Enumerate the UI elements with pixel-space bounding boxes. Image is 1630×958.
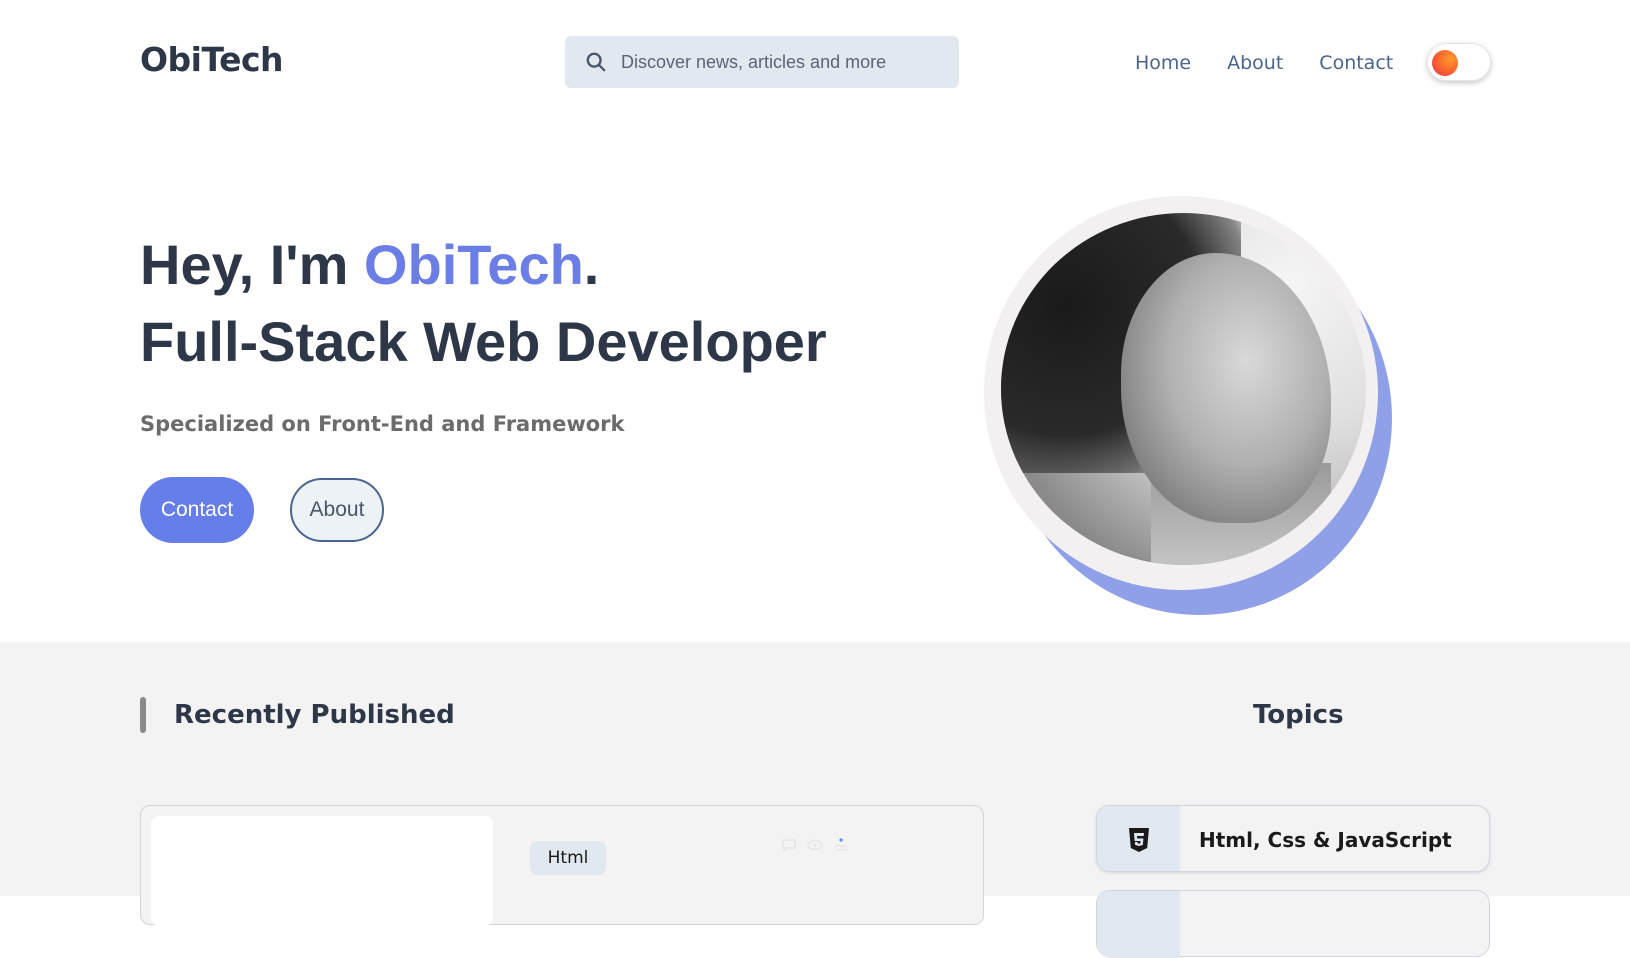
nav-about-link[interactable]: About xyxy=(1227,50,1283,76)
comment-icon xyxy=(782,839,796,852)
site-logo[interactable]: ObiTech xyxy=(140,40,284,79)
html5-icon xyxy=(1128,827,1149,852)
topics-title: Topics xyxy=(1253,700,1344,730)
theme-toggle[interactable] xyxy=(1427,43,1491,81)
topic-icon-box xyxy=(1097,891,1180,958)
eye-icon xyxy=(807,839,823,851)
topic-label: Html, Css & JavaScript xyxy=(1199,828,1452,852)
nav-home-link[interactable]: Home xyxy=(1135,50,1191,76)
topic-item[interactable]: Html, Css & JavaScript xyxy=(1096,805,1490,872)
hero-title-role: Full-Stack Web Developer xyxy=(140,310,827,373)
portrait-face xyxy=(1121,253,1331,523)
nav-contact-link[interactable]: Contact xyxy=(1319,50,1393,76)
search-input[interactable] xyxy=(621,51,941,73)
topic-item[interactable] xyxy=(1096,890,1490,958)
hero-title-name: ObiTech xyxy=(363,233,584,296)
post-meta xyxy=(781,838,849,852)
post-thumbnail[interactable] xyxy=(151,816,493,926)
profile-portrait xyxy=(1001,213,1366,565)
topic-icon-box xyxy=(1097,806,1180,871)
hero-title-suffix: . xyxy=(583,233,600,296)
main-nav: Home About Contact xyxy=(1135,50,1429,76)
hero-title-prefix: Hey, I'm xyxy=(140,233,364,296)
post-card[interactable]: Html xyxy=(140,805,984,926)
post-tag[interactable]: Html xyxy=(530,841,606,875)
sun-icon xyxy=(1432,50,1458,76)
section-accent-bar xyxy=(140,697,146,733)
recently-published-title: Recently Published xyxy=(174,700,455,730)
search-bar[interactable] xyxy=(565,36,959,88)
contact-button[interactable]: Contact xyxy=(140,477,254,543)
about-button[interactable]: About xyxy=(290,478,384,542)
search-icon xyxy=(586,52,606,72)
site-header: ObiTech Home About Contact xyxy=(0,0,1630,125)
hero-subtitle: Specialized on Front-End and Framework xyxy=(140,412,625,436)
hero-title: Hey, I'm ObiTech. Full-Stack Web Develop… xyxy=(140,226,827,380)
list-icon xyxy=(835,838,847,851)
